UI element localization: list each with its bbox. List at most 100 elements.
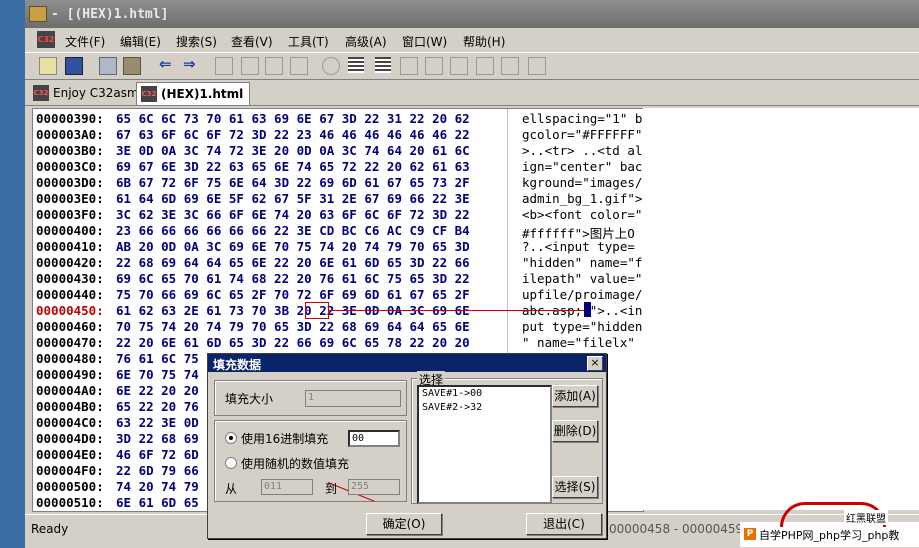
hex-row[interactable]: 00000430: 69 6C 65 70 61 74 68 22 20 76 6… — [33, 271, 643, 287]
row-ascii[interactable]: >..<tr> ..<td al — [522, 143, 642, 158]
tool-6-icon[interactable] — [400, 57, 418, 75]
hex-row[interactable]: 000003A0: 67 63 6F 6C 6F 72 3D 22 23 46 4… — [33, 127, 643, 143]
save-icon[interactable] — [65, 57, 83, 75]
paste-icon[interactable] — [123, 57, 141, 75]
row-hex-bytes[interactable]: 69 67 6E 3D 22 63 65 6E 74 65 72 22 20 6… — [116, 159, 470, 174]
row-hex-bytes[interactable]: 23 66 66 66 66 66 66 22 3E CD BC C6 AC C… — [116, 223, 470, 238]
fill-size-field[interactable]: 1 — [305, 390, 401, 407]
row-ascii[interactable]: ?..<input type= — [522, 239, 635, 254]
select-button[interactable]: 选择(S) — [552, 476, 598, 498]
row-ascii[interactable]: <b><font color=" — [522, 207, 642, 222]
row-ascii[interactable]: ign="center" bac — [522, 159, 642, 174]
hex-row[interactable]: 00000410: AB 20 0D 0A 3C 69 6E 70 75 74 2… — [33, 239, 643, 255]
from-field[interactable]: 011 — [261, 479, 313, 495]
row-address: 000003E0: — [36, 191, 104, 206]
hex-fill-radio[interactable] — [225, 432, 237, 444]
row-hex-bytes[interactable]: 61 64 6D 69 6E 5F 62 67 5F 31 2E 67 69 6… — [116, 191, 470, 206]
hex-row[interactable]: 000003F0: 3C 62 3E 3C 66 6F 6E 74 20 63 6… — [33, 207, 643, 223]
dialog-title-bar: 填充数据 — [208, 354, 606, 372]
c32-logo-icon[interactable]: C32 — [37, 31, 55, 48]
row-hex-bytes[interactable]: 69 6C 65 70 61 74 68 22 20 76 61 6C 75 6… — [116, 271, 470, 286]
row-ascii[interactable]: "hidden" name="f — [522, 255, 642, 270]
new-file-icon[interactable] — [39, 57, 57, 75]
hex-row[interactable]: 00000420: 22 68 69 64 64 65 6E 22 20 6E 6… — [33, 255, 643, 271]
tool-8-icon[interactable] — [450, 57, 468, 75]
tab-enjoy-c32asm[interactable]: C32 Enjoy C32asm — [29, 82, 145, 104]
row-hex-bytes[interactable]: 67 63 6F 6C 6F 72 3D 22 23 46 46 46 46 4… — [116, 127, 470, 142]
tool-3-icon[interactable] — [265, 57, 283, 75]
row-hex-bytes[interactable]: 3C 62 3E 3C 66 6F 6E 74 20 63 6F 6C 6F 7… — [116, 207, 470, 222]
hex-row[interactable]: 00000470: 22 20 6E 61 6D 65 3D 22 66 69 6… — [33, 335, 643, 351]
tool-1-icon[interactable] — [215, 57, 233, 75]
empty-pane — [643, 108, 919, 510]
hex-row[interactable]: 000003D0: 6B 67 72 6F 75 6E 64 3D 22 69 6… — [33, 175, 643, 191]
hex-row[interactable]: 000003C0: 69 67 6E 3D 22 63 65 6E 74 65 7… — [33, 159, 643, 175]
undo-icon[interactable]: ⇐ — [159, 57, 175, 73]
row-address: 000003A0: — [36, 127, 104, 142]
menu-edit[interactable]: 编辑(E) — [120, 33, 161, 50]
menu-help[interactable]: 帮助(H) — [463, 33, 505, 50]
tool-7-icon[interactable] — [425, 57, 443, 75]
row-address: 000003D0: — [36, 175, 104, 190]
align-icon[interactable] — [348, 57, 364, 73]
row-ascii[interactable]: upfile/proimage/ — [522, 287, 642, 302]
add-button[interactable]: 添加(A) — [552, 385, 598, 407]
tool-11-icon[interactable] — [528, 57, 546, 75]
delete-button[interactable]: 删除(D) — [552, 420, 598, 442]
saved-values-list[interactable]: SAVE#1->00 SAVE#2->32 — [417, 385, 552, 504]
fill-size-label: 填充大小 — [225, 392, 274, 406]
row-hex-bytes[interactable]: AB 20 0D 0A 3C 69 6E 70 75 74 20 74 79 7… — [116, 239, 470, 254]
hex-row[interactable]: 00000440: 75 70 66 69 6C 65 2F 70 72 6F 6… — [33, 287, 643, 303]
list-item[interactable]: SAVE#2->32 — [419, 401, 550, 415]
row-hex-bytes[interactable]: 6B 67 72 6F 75 6E 64 3D 22 69 6D 61 67 6… — [116, 175, 470, 190]
menu-file[interactable]: 文件(F) — [65, 33, 105, 50]
hex-row[interactable]: 000003E0: 61 64 6D 69 6E 5F 62 67 5F 31 2… — [33, 191, 643, 207]
indent-icon[interactable] — [375, 57, 391, 73]
menu-window[interactable]: 窗口(W) — [402, 33, 447, 50]
row-address: 000004D0: — [36, 431, 104, 446]
row-ascii[interactable]: gcolor="#FFFFFF" — [522, 127, 642, 142]
hex-row[interactable]: 00000400: 23 66 66 66 66 66 66 22 3E CD B… — [33, 223, 643, 241]
row-hex-bytes[interactable]: 70 75 74 20 74 79 70 65 3D 22 68 69 64 6… — [116, 319, 470, 334]
row-address: 00000450: — [36, 303, 104, 318]
menu-tools[interactable]: 工具(T) — [288, 33, 329, 50]
dialog-close-button[interactable]: × — [587, 356, 603, 371]
redo-icon[interactable]: ⇒ — [183, 57, 199, 73]
row-hex-bytes[interactable]: 75 70 66 69 6C 65 2F 70 72 6F 69 6D 61 6… — [116, 287, 470, 302]
row-ascii[interactable]: admin_bg_1.gif"> — [522, 191, 642, 206]
exit-button[interactable]: 退出(C) — [526, 513, 602, 535]
tool-2-icon[interactable] — [241, 57, 259, 75]
tool-10-icon[interactable] — [501, 57, 519, 75]
row-ascii[interactable]: put type="hidden — [522, 319, 642, 334]
menu-view[interactable]: 查看(V) — [231, 33, 273, 50]
row-hex-bytes[interactable]: 22 20 6E 61 6D 65 3D 22 66 69 6C 65 78 2… — [116, 335, 470, 350]
row-ascii[interactable]: kground="images/ — [522, 175, 642, 190]
tool-4-icon[interactable] — [290, 57, 308, 75]
row-hex-bytes[interactable]: 22 68 69 64 64 65 6E 22 20 6E 61 6D 65 3… — [116, 255, 470, 270]
watermark-p-icon: P — [744, 528, 756, 540]
to-field[interactable]: 255 — [348, 479, 400, 495]
tab-hex-file[interactable]: C32 (HEX)1.html — [136, 82, 251, 105]
row-hex-bytes[interactable]: 65 6C 6C 73 70 61 63 69 6E 67 3D 22 31 2… — [116, 111, 470, 126]
watermark: 红黑联盟 P 自学PHP网_php学习_php教 — [740, 502, 919, 547]
ok-button[interactable]: 确定(O) — [366, 513, 442, 535]
hex-row[interactable]: 00000460: 70 75 74 20 74 79 70 65 3D 22 6… — [33, 319, 643, 335]
row-address: 00000440: — [36, 287, 104, 302]
menu-advanced[interactable]: 高级(A) — [345, 33, 387, 50]
list-item[interactable]: SAVE#1->00 — [419, 387, 550, 401]
menu-search[interactable]: 搜索(S) — [176, 33, 217, 50]
row-ascii[interactable]: ilepath" value=" — [522, 271, 642, 286]
copy-icon[interactable] — [99, 57, 117, 75]
from-label: 从 — [225, 482, 238, 496]
hex-fill-input[interactable]: 00 — [348, 430, 400, 447]
tool-5-icon[interactable] — [322, 57, 340, 75]
hex-row[interactable]: 000003B0: 3E 0D 0A 3C 74 72 3E 20 0D 0A 3… — [33, 143, 643, 159]
hex-row[interactable]: 00000450: 61 62 63 2E 61 73 70 3B 20 22 3… — [33, 303, 643, 319]
hex-row[interactable]: 00000390: 65 6C 6C 73 70 61 63 69 6E 67 3… — [33, 111, 643, 127]
row-address: 00000460: — [36, 319, 104, 334]
row-ascii[interactable]: " name="filelx" — [522, 335, 635, 350]
tool-9-icon[interactable] — [476, 57, 494, 75]
random-fill-radio[interactable] — [225, 457, 237, 469]
row-hex-bytes[interactable]: 3E 0D 0A 3C 74 72 3E 20 0D 0A 3C 74 64 2… — [116, 143, 470, 158]
row-ascii[interactable]: ellspacing="1" b — [522, 111, 642, 126]
